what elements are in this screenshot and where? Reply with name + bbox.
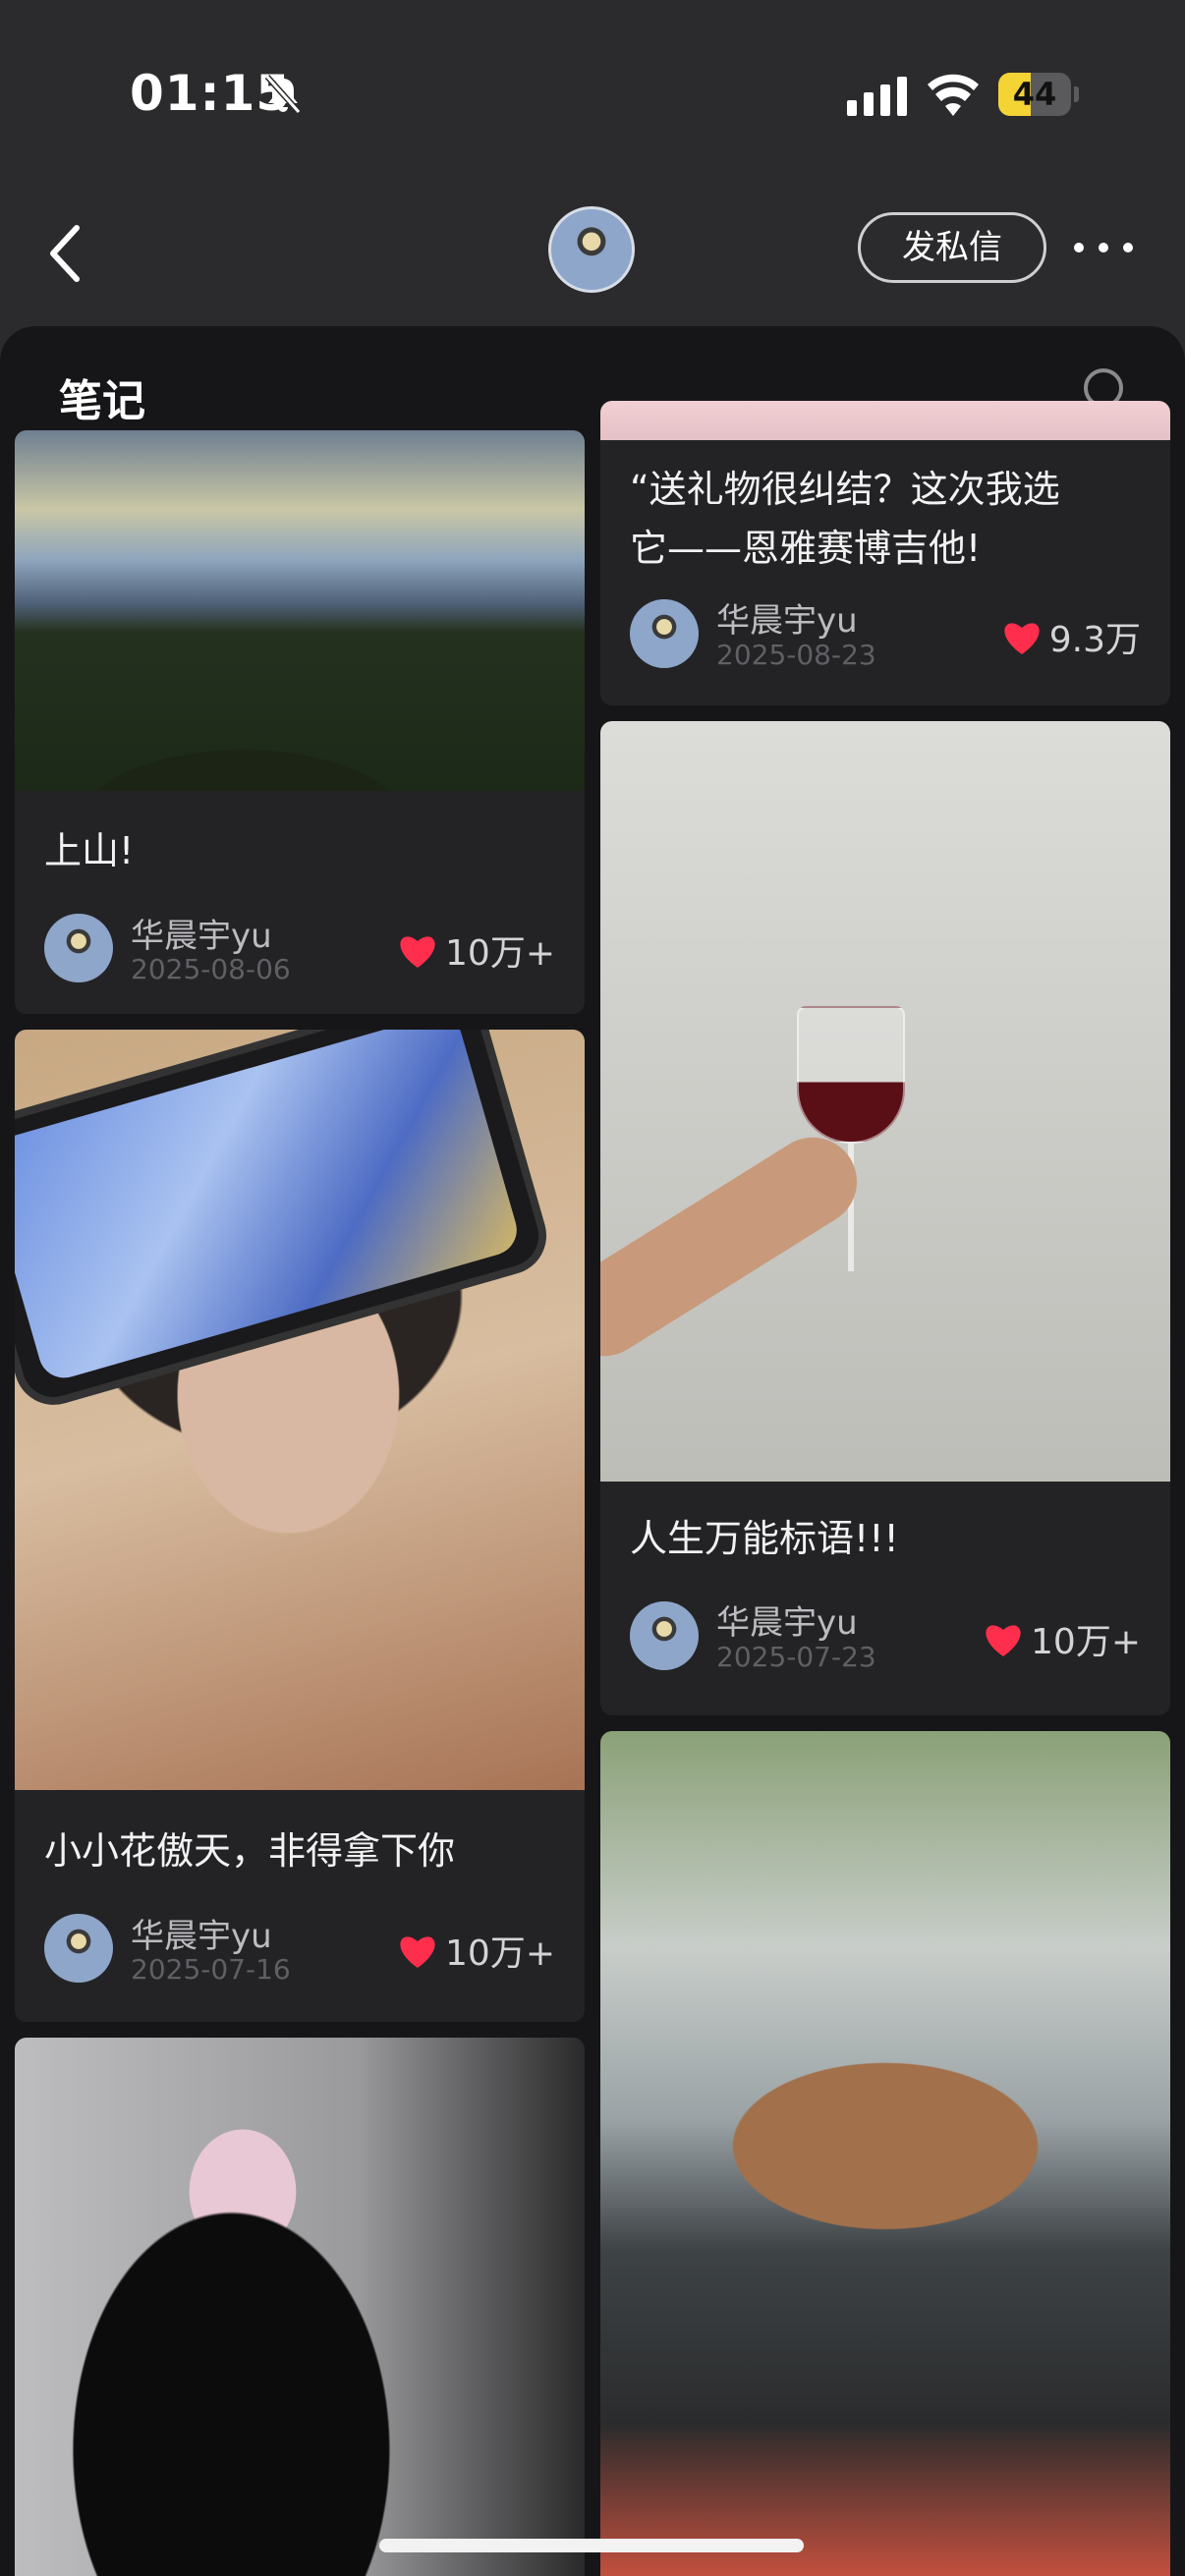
- heart-icon: [986, 1625, 1021, 1656]
- likes-count: 10万+: [445, 933, 555, 974]
- note-image: [15, 2038, 585, 2576]
- avatar: [630, 599, 699, 668]
- note-likes[interactable]: 10万+: [398, 924, 555, 976]
- note-author: 华晨宇yu: [131, 917, 272, 956]
- note-image: [600, 401, 1170, 440]
- note-title-line: 它——恩雅赛博吉他!: [630, 527, 982, 570]
- wifi-icon: [928, 74, 979, 116]
- note-image: [15, 1030, 585, 1790]
- note-image: [600, 721, 1170, 1482]
- note-image: [600, 1731, 1170, 2576]
- note-title-line: “送礼物很纠结？这次我选: [630, 468, 1060, 511]
- battery-icon: 44: [998, 73, 1079, 116]
- note-author: 华晨宇yu: [131, 1917, 272, 1956]
- avatar: [44, 1914, 113, 1983]
- note-likes[interactable]: 10万+: [984, 1613, 1141, 1664]
- note-date: 2025-08-06: [131, 953, 291, 985]
- notes-sheet: 笔记 上山! 华晨宇yu 2025-08-06 10万+ 小小花傲天，非得拿下你…: [0, 326, 1185, 2576]
- note-author: 华晨宇yu: [716, 601, 858, 641]
- heart-icon: [400, 936, 435, 968]
- heart-icon: [1004, 623, 1040, 654]
- battery-level: 44: [1012, 76, 1057, 113]
- likes-count: 10万+: [1031, 1622, 1141, 1662]
- profile-avatar[interactable]: [548, 206, 635, 293]
- home-indicator[interactable]: [379, 2539, 804, 2552]
- back-button[interactable]: [39, 214, 98, 293]
- note-card[interactable]: 人生万能标语!!! 华晨宇yu 2025-07-23 10万+: [600, 721, 1170, 1715]
- note-date: 2025-08-23: [716, 639, 876, 671]
- note-title: 上山!: [44, 829, 135, 872]
- likes-count: 9.3万: [1048, 620, 1141, 660]
- bell-off-icon: [264, 75, 302, 114]
- note-date: 2025-07-16: [131, 1953, 291, 1986]
- signal-icon: [847, 77, 907, 116]
- note-image: [15, 430, 585, 791]
- note-card[interactable]: [600, 1731, 1170, 2576]
- avatar: [630, 1601, 699, 1670]
- note-card[interactable]: 上山! 华晨宇yu 2025-08-06 10万+: [15, 430, 585, 1014]
- note-title: 人生万能标语!!!: [630, 1517, 899, 1560]
- note-card[interactable]: [15, 2038, 585, 2576]
- avatar: [44, 914, 113, 982]
- note-likes[interactable]: 10万+: [398, 1925, 555, 1976]
- note-title: 小小花傲天，非得拿下你: [44, 1829, 456, 1873]
- note-card[interactable]: 小小花傲天，非得拿下你 华晨宇yu 2025-07-16 10万+: [15, 1030, 585, 2022]
- note-card[interactable]: “送礼物很纠结？这次我选 它——恩雅赛博吉他! 华晨宇yu 2025-08-23…: [600, 401, 1170, 705]
- note-author: 华晨宇yu: [716, 1603, 858, 1643]
- heart-icon: [400, 1936, 435, 1968]
- note-date: 2025-07-23: [716, 1641, 876, 1673]
- profile-notes-screen: 01:15 44 发私信 笔记 上山! 华晨宇yu 2025-08-06 10万…: [0, 0, 1185, 2576]
- sheet-title: 笔记: [59, 376, 145, 426]
- note-likes[interactable]: 9.3万: [1002, 611, 1141, 662]
- more-dots-icon[interactable]: [1071, 228, 1136, 267]
- likes-count: 10万+: [445, 1933, 555, 1974]
- send-message-button[interactable]: 发私信: [858, 212, 1046, 283]
